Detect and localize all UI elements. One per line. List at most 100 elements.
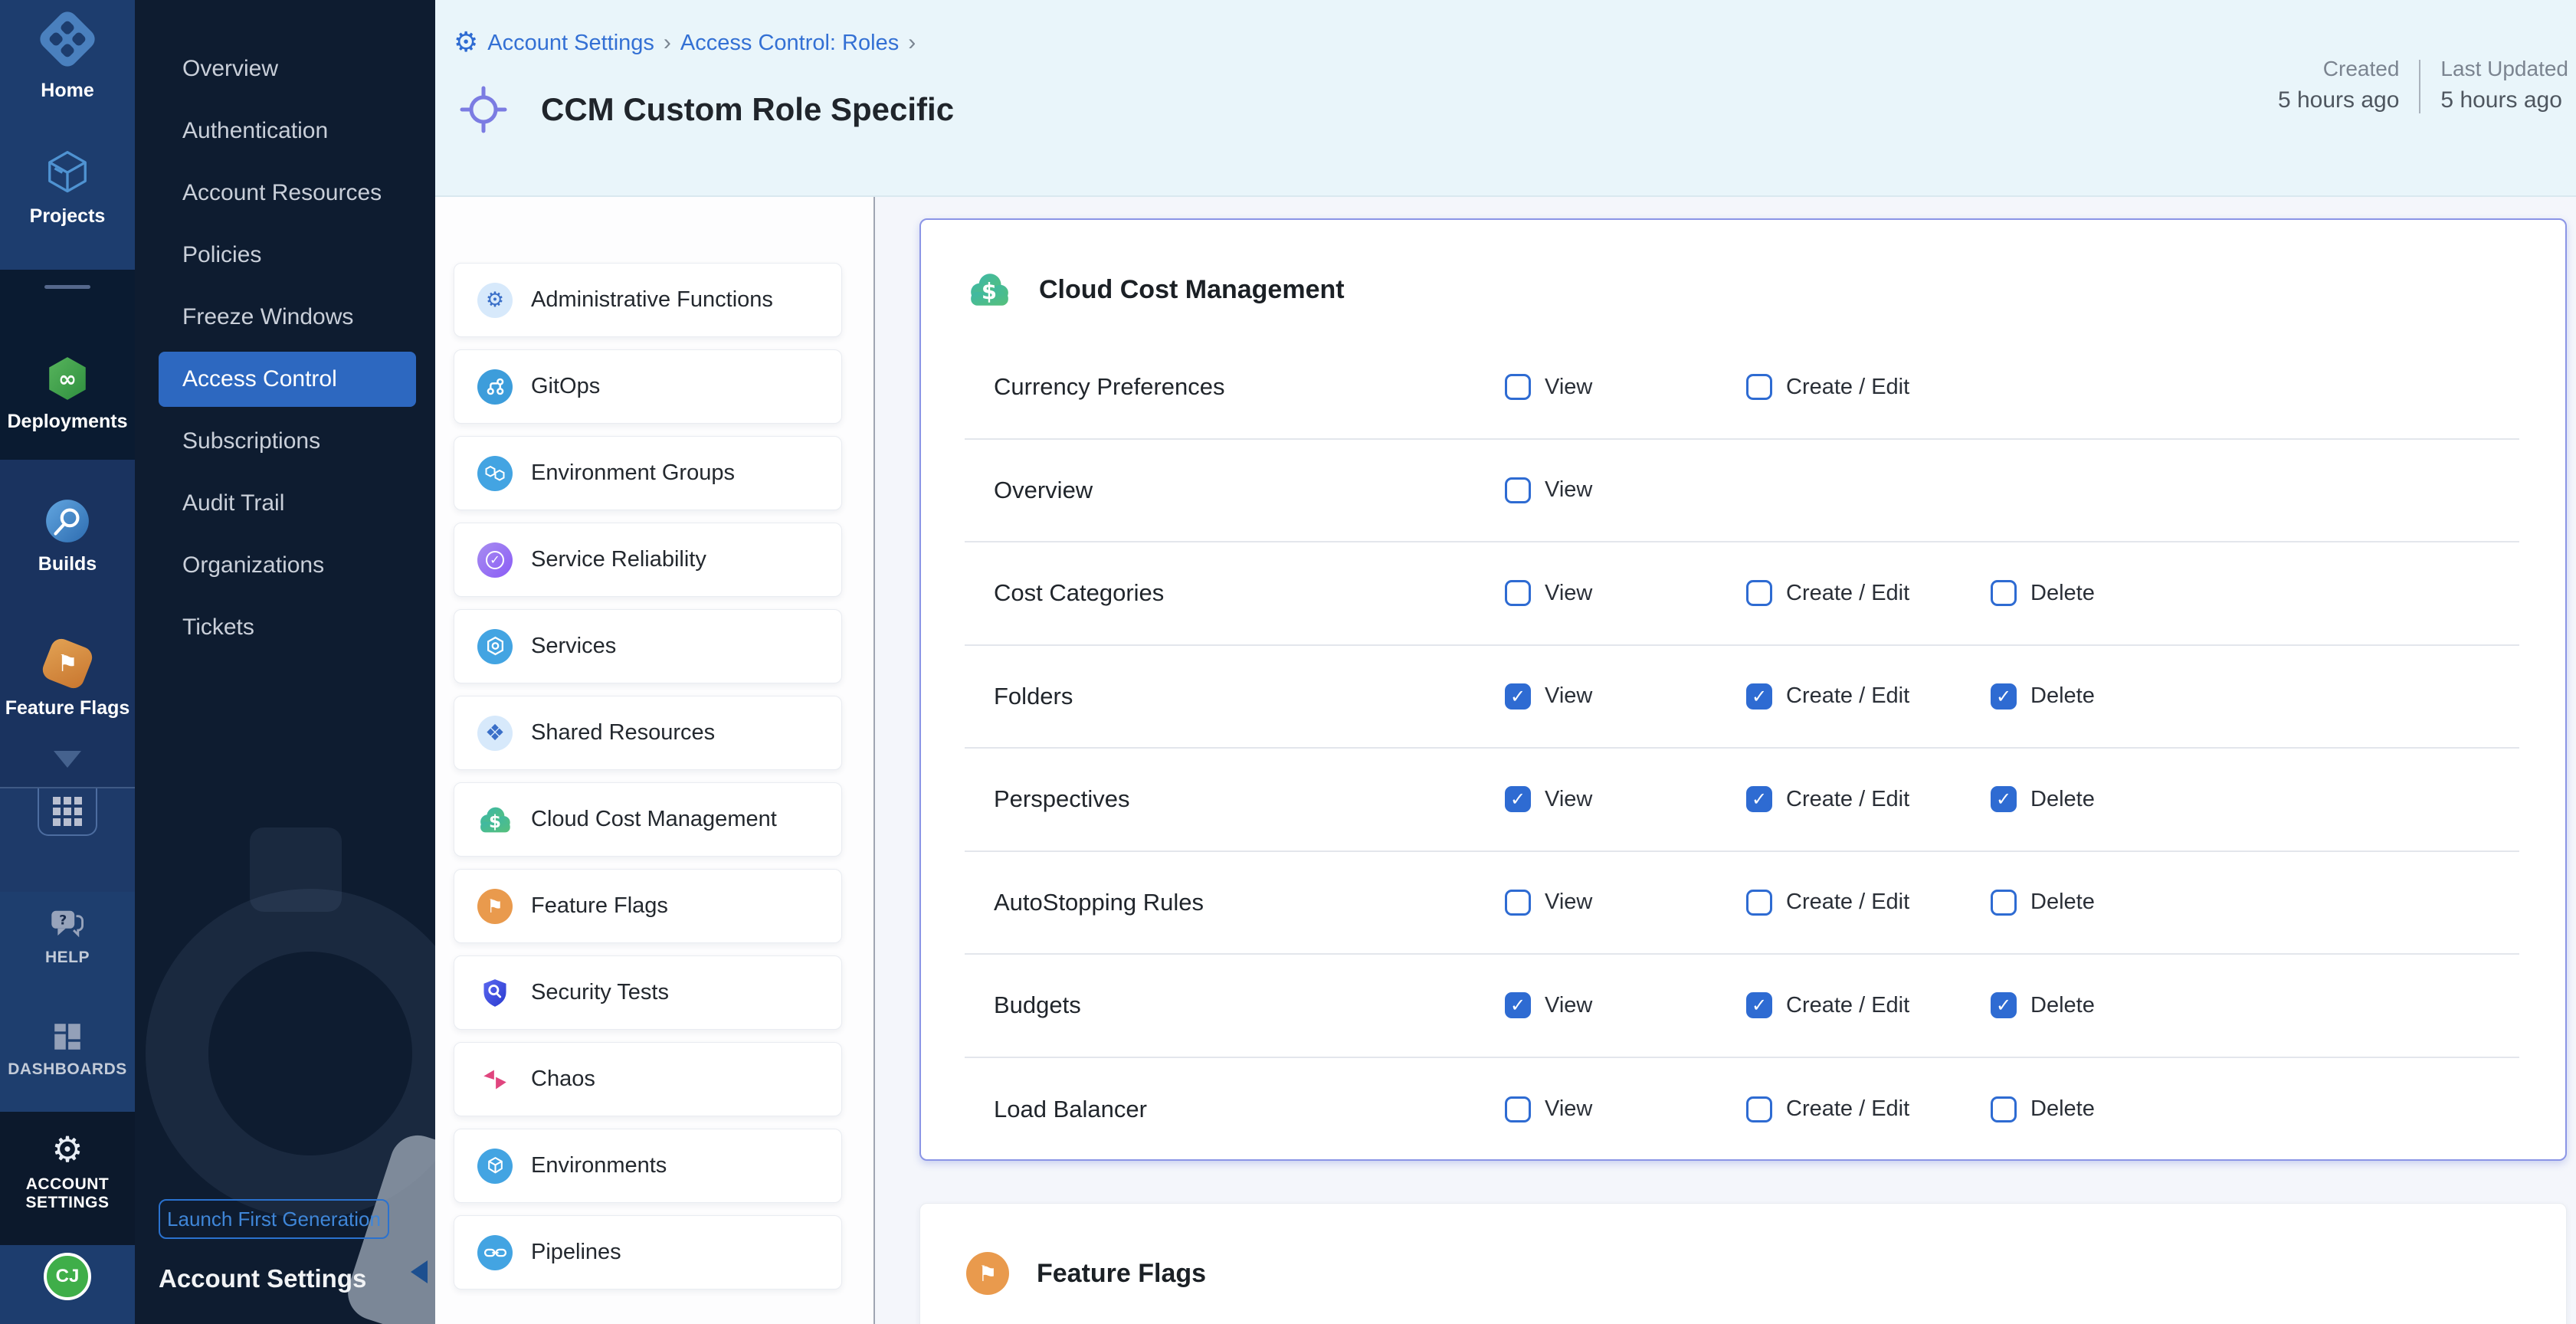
view-checkbox[interactable]: ✓ bbox=[1505, 992, 1531, 1018]
sidebar-item-overview[interactable]: Overview bbox=[159, 41, 416, 97]
delete-checkbox[interactable]: ✓ bbox=[1991, 1096, 2017, 1122]
rail-account-settings-label: ACCOUNT bbox=[0, 1175, 135, 1194]
card-header: ⚑ Feature Flags bbox=[920, 1204, 2566, 1320]
rail-scroll-more[interactable] bbox=[0, 751, 135, 768]
section-title: Feature Flags bbox=[1037, 1259, 1206, 1289]
group-card-feature-flags[interactable]: ⚑ Feature Flags bbox=[454, 869, 842, 943]
sidebar-item-freeze-windows[interactable]: Freeze Windows bbox=[159, 290, 416, 345]
rail-account-settings[interactable]: ⚙ ACCOUNT SETTINGS bbox=[0, 1129, 135, 1212]
permission-row-autostopping-rules: AutoStopping Rules ✓View ✓Create / Edit … bbox=[965, 852, 2519, 955]
breadcrumb-account-settings[interactable]: Account Settings bbox=[487, 31, 654, 56]
group-card-cloud-cost-management[interactable]: $ Cloud Cost Management bbox=[454, 782, 842, 857]
rail-divider bbox=[44, 285, 90, 289]
check-icon: ✓ bbox=[1996, 687, 2011, 706]
check-icon: ✓ bbox=[1752, 790, 1767, 808]
pie-check-icon: ✓ bbox=[477, 542, 513, 578]
permission-label: View bbox=[1545, 890, 1592, 915]
group-label: Environments bbox=[531, 1153, 667, 1178]
create-edit-checkbox[interactable]: ✓ bbox=[1746, 683, 1772, 710]
gear-icon: ⚙ bbox=[0, 1129, 135, 1169]
create-edit-checkbox[interactable]: ✓ bbox=[1746, 1096, 1772, 1122]
launch-first-generation-button[interactable]: Launch First Generation bbox=[159, 1199, 389, 1239]
created-label: Created bbox=[2323, 57, 2400, 81]
rail-module-feature-flags[interactable]: ⚑ Feature Flags bbox=[0, 639, 135, 719]
sidebar-item-access-control[interactable]: Access Control bbox=[159, 352, 416, 407]
group-label: GitOps bbox=[531, 374, 600, 399]
group-card-environments[interactable]: Environments bbox=[454, 1129, 842, 1203]
help-chat-icon: ? bbox=[0, 906, 135, 942]
resource-name: Folders bbox=[994, 683, 1505, 710]
module-grid-icon bbox=[53, 797, 82, 826]
permission-label: Create / Edit bbox=[1786, 993, 1909, 1018]
group-card-administrative-functions[interactable]: ⚙ Administrative Functions bbox=[454, 263, 842, 337]
permission-label: Create / Edit bbox=[1786, 787, 1909, 812]
group-label: Feature Flags bbox=[531, 893, 668, 919]
sidebar-collapse-button[interactable] bbox=[411, 1260, 428, 1283]
sidebar-item-authentication[interactable]: Authentication bbox=[159, 103, 416, 159]
view-checkbox[interactable]: ✓ bbox=[1505, 786, 1531, 812]
view-checkbox[interactable]: ✓ bbox=[1505, 1096, 1531, 1122]
group-card-gitops[interactable]: GitOps bbox=[454, 349, 842, 424]
chevron-down-icon bbox=[54, 751, 81, 768]
check-icon: ✓ bbox=[1752, 687, 1767, 706]
create-edit-checkbox[interactable]: ✓ bbox=[1746, 890, 1772, 916]
create-edit-checkbox[interactable]: ✓ bbox=[1746, 786, 1772, 812]
group-card-service-reliability[interactable]: ✓ Service Reliability bbox=[454, 523, 842, 597]
sidebar-item-audit-trail[interactable]: Audit Trail bbox=[159, 476, 416, 531]
group-card-services[interactable]: Services bbox=[454, 609, 842, 683]
check-icon: ✓ bbox=[1996, 790, 2011, 808]
permission-row-budgets: Budgets ✓View ✓Create / Edit ✓Delete bbox=[965, 955, 2519, 1058]
module-rail: Home Projects ∞ Deployments Builds ⚑ bbox=[0, 0, 135, 1324]
rail-module-deployments[interactable]: ∞ Deployments bbox=[0, 354, 135, 433]
check-icon: ✓ bbox=[1996, 996, 2011, 1014]
view-checkbox[interactable]: ✓ bbox=[1505, 374, 1531, 400]
rail-module-projects[interactable]: Projects bbox=[0, 146, 135, 228]
group-card-shared-resources[interactable]: ❖ Shared Resources bbox=[454, 696, 842, 770]
sidebar-item-policies[interactable]: Policies bbox=[159, 228, 416, 283]
delete-checkbox[interactable]: ✓ bbox=[1991, 786, 2017, 812]
dashboards-grid-icon bbox=[0, 1021, 135, 1053]
rail-dashboards[interactable]: DASHBOARDS bbox=[0, 1021, 135, 1079]
flag-icon: ⚑ bbox=[966, 1252, 1009, 1295]
gear-icon: ⚙ bbox=[477, 283, 513, 318]
rail-module-label: Builds bbox=[0, 553, 135, 575]
delete-checkbox[interactable]: ✓ bbox=[1991, 580, 2017, 606]
rail-user-avatar[interactable]: CJ bbox=[0, 1253, 135, 1300]
rail-help[interactable]: ? HELP bbox=[0, 906, 135, 967]
shield-magnifier-icon bbox=[477, 975, 513, 1011]
group-card-pipelines[interactable]: Pipelines bbox=[454, 1215, 842, 1290]
sidebar-item-subscriptions[interactable]: Subscriptions bbox=[159, 414, 416, 469]
delete-checkbox[interactable]: ✓ bbox=[1991, 890, 2017, 916]
resource-name: Currency Preferences bbox=[994, 373, 1505, 401]
delete-checkbox[interactable]: ✓ bbox=[1991, 992, 2017, 1018]
diamond-cluster-icon: ❖ bbox=[477, 716, 513, 751]
sidebar-item-tickets[interactable]: Tickets bbox=[159, 600, 416, 655]
rail-help-label: HELP bbox=[0, 949, 135, 967]
sidebar-item-organizations[interactable]: Organizations bbox=[159, 538, 416, 593]
role-meta: Created 5 hours ago Last Updated 5 hours… bbox=[2278, 57, 2568, 113]
group-card-security-tests[interactable]: Security Tests bbox=[454, 955, 842, 1030]
rail-module-label: Projects bbox=[0, 205, 135, 228]
view-checkbox[interactable]: ✓ bbox=[1505, 890, 1531, 916]
permission-label: Delete bbox=[2030, 683, 2095, 709]
group-label: Environment Groups bbox=[531, 460, 735, 486]
view-checkbox[interactable]: ✓ bbox=[1505, 683, 1531, 710]
create-edit-checkbox[interactable]: ✓ bbox=[1746, 992, 1772, 1018]
flag-icon: ⚑ bbox=[477, 889, 513, 924]
harness-logo-icon bbox=[0, 9, 135, 69]
sidebar-item-account-resources[interactable]: Account Resources bbox=[159, 166, 416, 221]
check-icon: ✓ bbox=[1752, 996, 1767, 1014]
breadcrumb-access-control-roles[interactable]: Access Control: Roles bbox=[680, 31, 899, 56]
rail-module-home[interactable]: Home bbox=[0, 9, 135, 102]
create-edit-checkbox[interactable]: ✓ bbox=[1746, 580, 1772, 606]
create-edit-checkbox[interactable]: ✓ bbox=[1746, 374, 1772, 400]
group-card-environment-groups[interactable]: Environment Groups bbox=[454, 436, 842, 510]
view-checkbox[interactable]: ✓ bbox=[1505, 477, 1531, 503]
rail-module-builds[interactable]: Builds bbox=[0, 496, 135, 575]
delete-checkbox[interactable]: ✓ bbox=[1991, 683, 2017, 710]
module-grid-button[interactable] bbox=[38, 788, 97, 836]
view-checkbox[interactable]: ✓ bbox=[1505, 580, 1531, 606]
group-card-chaos[interactable]: Chaos bbox=[454, 1042, 842, 1116]
feature-flags-icon: ⚑ bbox=[0, 639, 135, 688]
git-branch-icon bbox=[477, 369, 513, 405]
